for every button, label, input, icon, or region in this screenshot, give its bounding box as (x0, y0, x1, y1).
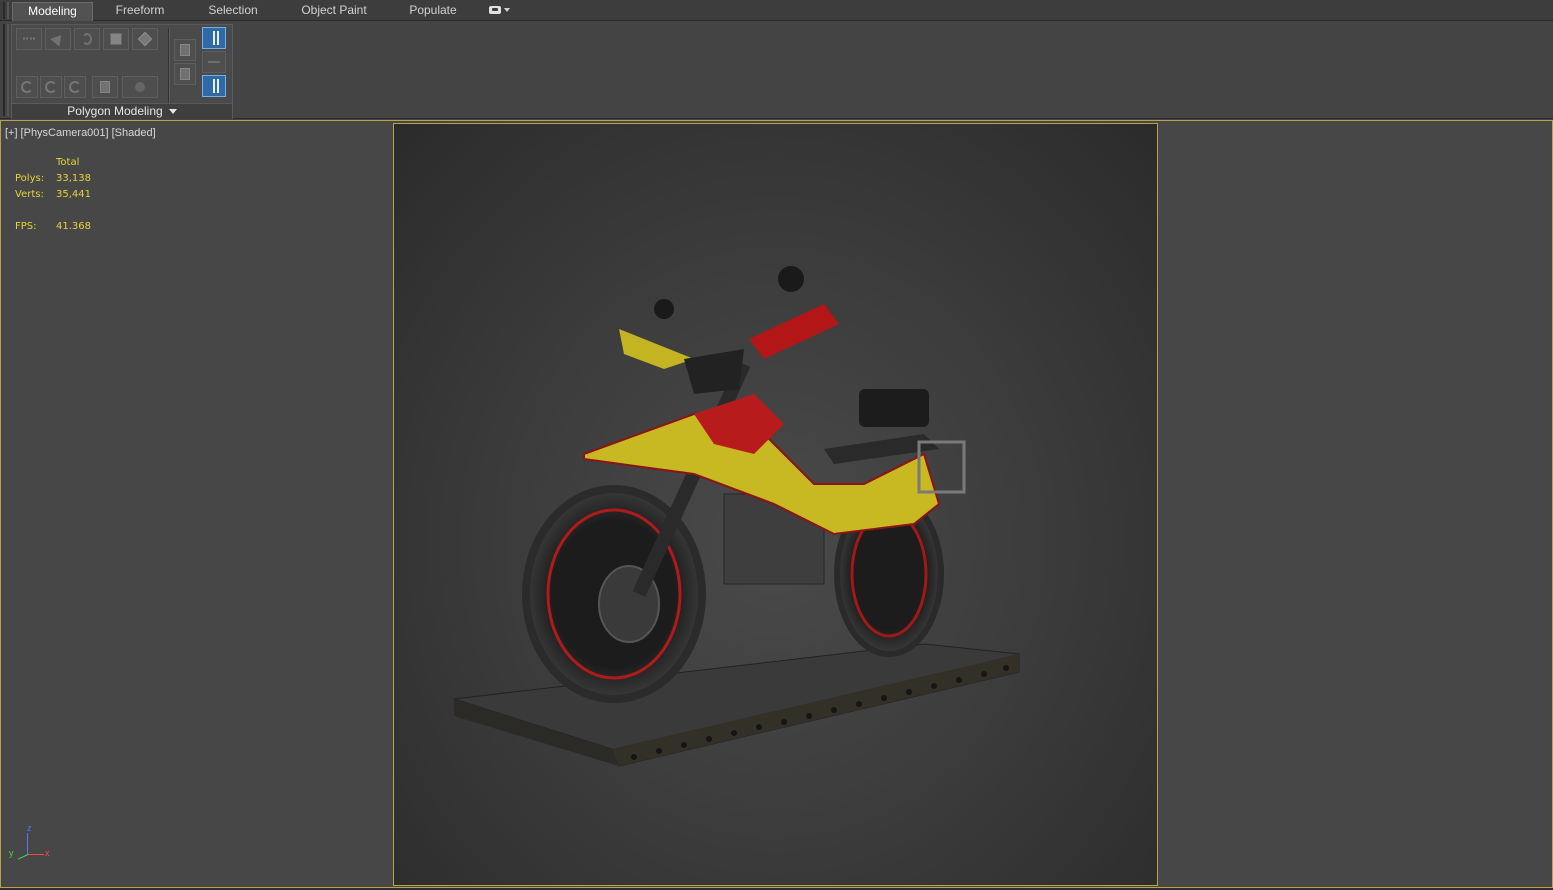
viewport-camera-menu[interactable]: [PhysCamera001] (21, 127, 109, 139)
modify-mode-icon (69, 81, 81, 93)
collapse-stack-icon (180, 44, 190, 56)
show-end-result-button[interactable] (202, 27, 226, 49)
left-handguard (619, 329, 694, 369)
stats-header: Total (56, 157, 80, 168)
fps-label: FPS: (15, 221, 37, 232)
next-modifier-icon (45, 81, 57, 93)
collapse-stack-button[interactable] (174, 39, 196, 61)
tab-freeform[interactable]: Freeform (104, 2, 176, 21)
tab-selection[interactable]: Selection (196, 2, 270, 21)
modify-mode-active-icon (213, 79, 215, 93)
viewport-shading-menu[interactable]: [Shaded] (112, 127, 156, 139)
viewport-label: [+] [PhysCamera001] [Shaded] (5, 127, 159, 139)
ribbon-grip-handle[interactable] (3, 2, 9, 19)
3ds-max-window: Modeling Freeform Selection Object Paint… (0, 0, 1553, 890)
panel-separator (168, 28, 170, 104)
border-icon (82, 33, 92, 45)
polygon-modeling-panel: Polygon Modeling (11, 24, 233, 119)
previous-modifier-button[interactable] (16, 76, 38, 98)
axis-y-label: y (9, 848, 14, 858)
axis-y-line (17, 854, 29, 860)
verts-label: Verts: (15, 189, 44, 200)
pin-stack-icon (208, 61, 220, 63)
sub-object-off-icon (135, 82, 145, 92)
left-mirror (654, 299, 674, 319)
chevron-down-icon (504, 8, 510, 12)
previous-modifier-icon (21, 81, 33, 93)
edge-icon (50, 31, 66, 47)
edge-button[interactable] (45, 28, 71, 50)
polygon-button[interactable] (103, 28, 129, 50)
axis-z-label: z (27, 823, 32, 833)
pin-stack-button[interactable] (202, 51, 226, 73)
sub-object-off-button[interactable] (122, 76, 158, 98)
next-modifier-button[interactable] (40, 76, 62, 98)
axis-x-label: x (45, 848, 50, 858)
right-handguard (749, 304, 839, 359)
camera-safe-frame[interactable] (393, 123, 1158, 886)
use-nurms-button[interactable] (92, 76, 118, 98)
modify-mode-active-button[interactable] (202, 75, 226, 97)
show-end-result-icon (213, 31, 215, 45)
element-button[interactable] (132, 28, 158, 50)
use-nurms-icon (100, 81, 110, 93)
display-options-button[interactable] (486, 4, 514, 18)
modify-mode-button[interactable] (64, 76, 86, 98)
verts-value: 35,441 (56, 189, 91, 200)
toggle-command-mode-button[interactable] (174, 63, 196, 85)
headlight-mask (684, 349, 744, 394)
panel-title-label: Polygon Modeling (67, 104, 163, 118)
toggle-command-mode-icon (180, 68, 190, 80)
tab-populate[interactable]: Populate (400, 2, 466, 21)
polygon-icon (110, 33, 122, 45)
chevron-down-icon (168, 109, 177, 115)
viewport-general-menu[interactable]: [+] (5, 127, 18, 139)
tab-object-paint[interactable]: Object Paint (290, 2, 378, 21)
ribbon-tab-bar: Modeling Freeform Selection Object Paint… (0, 0, 1553, 21)
display-options-icon (489, 6, 501, 14)
polys-label: Polys: (15, 173, 45, 184)
polys-value: 33,138 (56, 173, 91, 184)
perspective-viewport[interactable]: [+] [PhysCamera001] [Shaded] Total Polys: … (0, 120, 1553, 888)
axis-x-line (28, 854, 44, 855)
platform-top (453, 643, 1020, 767)
ribbon-panel-area: Polygon Modeling (0, 22, 1553, 119)
axis-tripod: z y x (7, 821, 57, 866)
tab-modeling[interactable]: Modeling (12, 2, 93, 21)
ribbon-panel-grip[interactable] (3, 24, 9, 116)
polygon-modeling-panel-title[interactable]: Polygon Modeling (12, 103, 232, 119)
border-button[interactable] (74, 28, 100, 50)
motorcycle-render (453, 266, 1020, 767)
rear-bag (859, 389, 929, 427)
vertex-button[interactable] (16, 28, 42, 50)
vertex-icon (23, 37, 35, 41)
right-mirror (778, 266, 804, 292)
axis-z-line (27, 833, 28, 855)
element-icon (137, 31, 153, 47)
fps-value: 41.368 (56, 221, 91, 232)
